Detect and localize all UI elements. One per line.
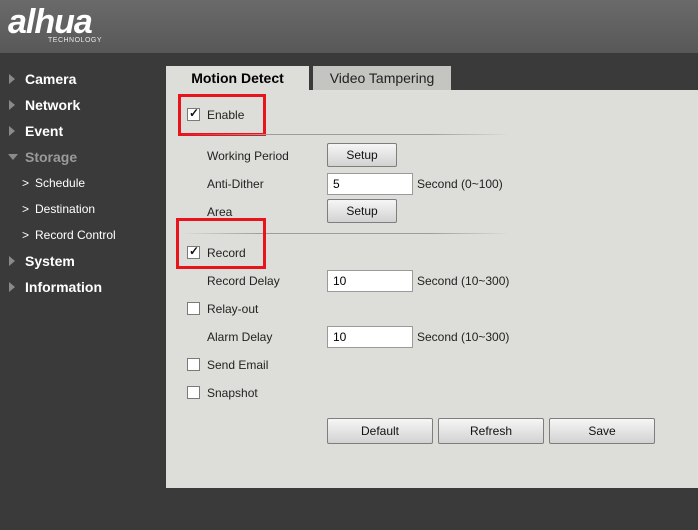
working-period-label: Working Period (207, 149, 289, 163)
section-divider (180, 233, 510, 234)
checkmark-icon: ✓ (189, 244, 200, 258)
dahua-logo: alhua (8, 3, 93, 41)
anti-dither-unit: Second (0~100) (417, 177, 503, 191)
expand-arrow-icon (9, 282, 15, 292)
snapshot-label: Snapshot (207, 386, 258, 400)
sidebar-subitem-record-control[interactable]: > Record Control (0, 225, 166, 245)
relay-out-label: Relay-out (207, 302, 259, 316)
area-label: Area (207, 205, 233, 219)
expand-arrow-icon (9, 74, 15, 84)
chevron-right-icon: > (22, 228, 30, 242)
sidebar-subitem-schedule[interactable]: > Schedule (0, 173, 166, 193)
record-delay-label: Record Delay (207, 274, 280, 288)
record-checkbox[interactable]: ✓ (187, 244, 200, 259)
chevron-right-icon: > (22, 176, 30, 190)
record-delay-unit: Second (10~300) (417, 274, 510, 288)
alarm-delay-input[interactable]: 10 (327, 326, 413, 348)
tab-video-tampering[interactable]: Video Tampering (313, 66, 451, 90)
chevron-right-icon: > (22, 202, 30, 216)
alarm-delay-label: Alarm Delay (207, 330, 273, 344)
sidebar-item-system[interactable]: System (0, 250, 166, 272)
snapshot-checkbox[interactable] (187, 386, 200, 399)
footer-area (166, 488, 698, 530)
expand-arrow-icon (9, 256, 15, 266)
record-delay-input[interactable]: 10 (327, 270, 413, 292)
record-label: Record (207, 246, 246, 260)
relay-out-checkbox[interactable] (187, 302, 200, 315)
section-divider (180, 134, 510, 135)
area-setup-button[interactable]: Setup (327, 199, 397, 223)
sidebar-item-camera[interactable]: Camera (0, 68, 166, 90)
expand-arrow-icon (9, 100, 15, 110)
sidebar-subitem-destination[interactable]: > Destination (0, 199, 166, 219)
checkmark-icon: ✓ (189, 106, 200, 120)
sidebar-item-information[interactable]: Information (0, 276, 166, 298)
send-email-label: Send Email (207, 358, 269, 372)
tab-motion-detect[interactable]: Motion Detect (166, 66, 309, 90)
sidebar-item-network[interactable]: Network (0, 94, 166, 116)
alarm-delay-unit: Second (10~300) (417, 330, 510, 344)
save-button[interactable]: Save (549, 418, 655, 444)
collapse-arrow-icon (8, 154, 18, 160)
logo-subtext: TECHNOLOGY (48, 37, 103, 44)
working-period-setup-button[interactable]: Setup (327, 143, 397, 167)
enable-label: Enable (207, 108, 245, 122)
sidebar-item-storage[interactable]: Storage (0, 146, 166, 168)
app-header: alhua TECHNOLOGY (0, 0, 698, 53)
anti-dither-input[interactable]: 5 (327, 173, 413, 195)
anti-dither-label: Anti-Dither (207, 177, 264, 191)
send-email-checkbox[interactable] (187, 358, 200, 371)
refresh-button[interactable]: Refresh (438, 418, 544, 444)
enable-checkbox[interactable]: ✓ (187, 106, 200, 121)
expand-arrow-icon (9, 126, 15, 136)
default-button[interactable]: Default (327, 418, 433, 444)
sidebar-item-event[interactable]: Event (0, 120, 166, 142)
